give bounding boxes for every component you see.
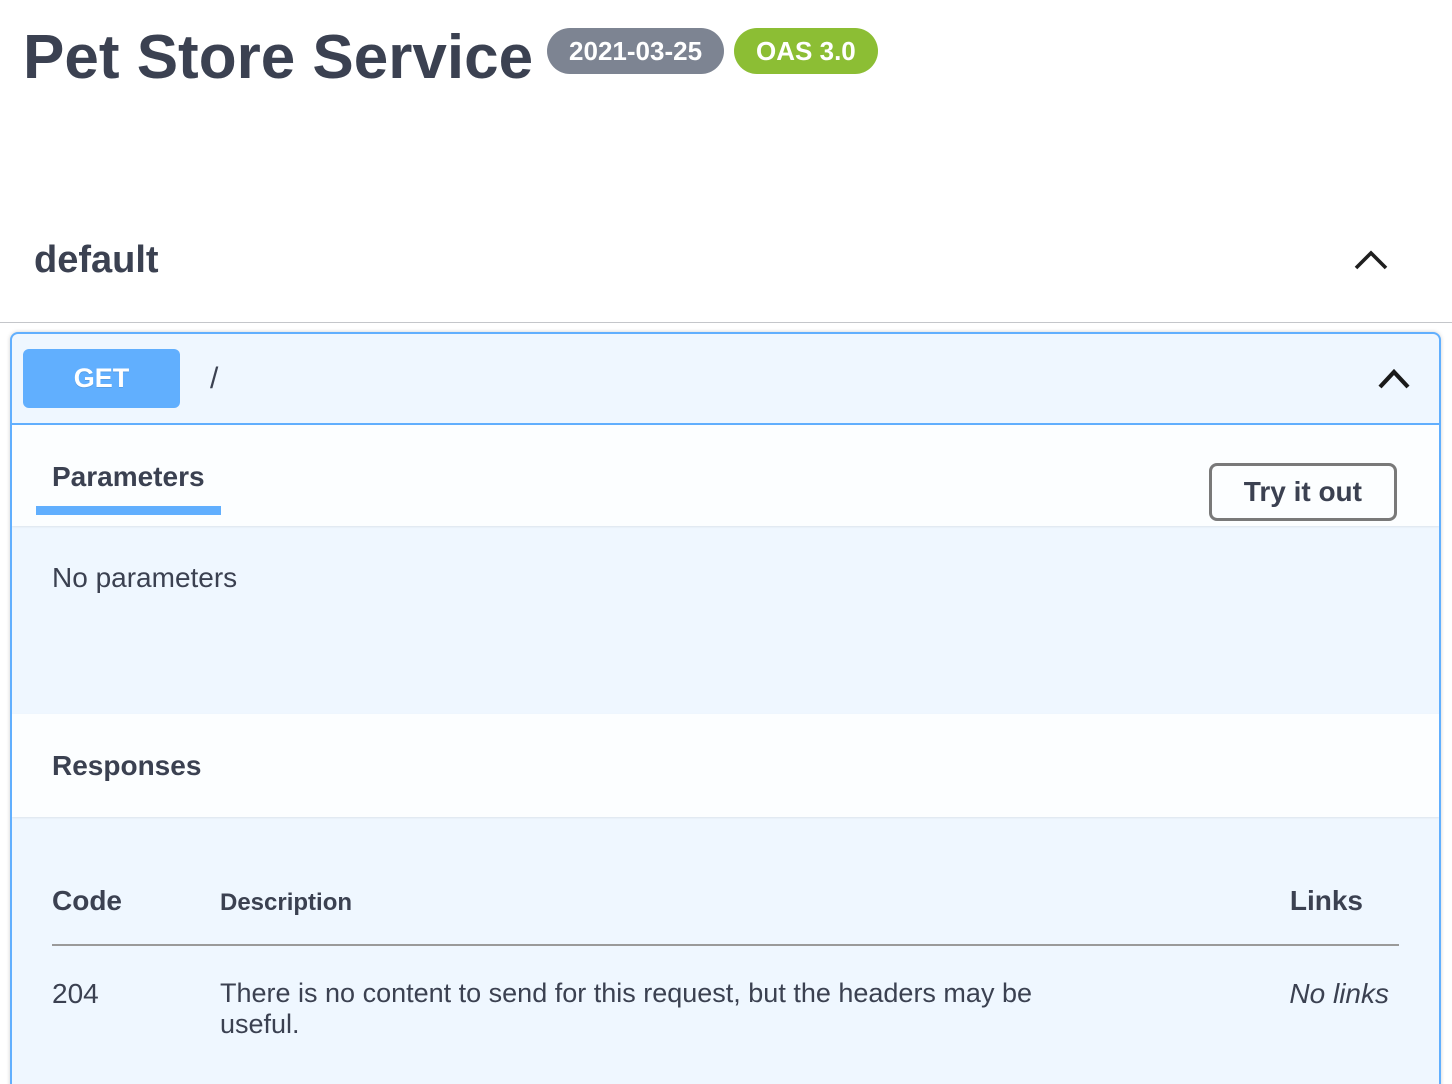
badge-row: 2021-03-25 OAS 3.0 [547, 28, 878, 74]
response-description: There is no content to send for this req… [220, 945, 1179, 1040]
tag-name: default [34, 238, 159, 282]
oas-badge: OAS 3.0 [734, 28, 878, 74]
column-header-code: Code [52, 847, 220, 945]
try-it-out-button[interactable]: Try it out [1209, 463, 1397, 521]
response-links: No links [1179, 945, 1399, 1040]
version-badge: 2021-03-25 [547, 28, 724, 74]
column-header-description: Description [220, 847, 1179, 945]
response-code: 204 [52, 945, 220, 1040]
chevron-up-icon[interactable] [1377, 368, 1411, 390]
tab-parameters: Parameters [36, 463, 221, 515]
operation-summary[interactable]: GET / [12, 334, 1439, 425]
table-row: 204 There is no content to send for this… [52, 945, 1399, 1040]
api-info-header: Pet Store Service 2021-03-25 OAS 3.0 [0, 0, 1452, 93]
responses-section-header: Responses [12, 714, 1439, 817]
responses-heading: Responses [52, 749, 1399, 782]
parameters-body: No parameters [12, 526, 1439, 714]
opblock-get: GET / Parameters Try it out [10, 332, 1441, 1084]
tag-section-default: default GET / [0, 238, 1452, 1084]
column-header-links: Links [1179, 847, 1399, 945]
responses-body: Code Description Links 204 There is no c… [12, 817, 1439, 1084]
page-title: Pet Store Service [23, 22, 533, 93]
swagger-page: Pet Store Service 2021-03-25 OAS 3.0 def… [0, 0, 1452, 1084]
http-method-badge: GET [23, 349, 180, 408]
tag-section-header[interactable]: default [0, 238, 1452, 323]
operation-path: / [210, 362, 218, 396]
parameters-section-header: Parameters Try it out [12, 425, 1439, 526]
chevron-up-icon[interactable] [1352, 249, 1390, 271]
table-header-row: Code Description Links [52, 847, 1399, 945]
parameters-tab-label: Parameters [52, 461, 205, 492]
no-parameters-message: No parameters [52, 562, 237, 593]
responses-table: Code Description Links 204 There is no c… [52, 847, 1399, 1040]
opblock-body: Parameters Try it out No parameters Resp… [12, 425, 1439, 1084]
